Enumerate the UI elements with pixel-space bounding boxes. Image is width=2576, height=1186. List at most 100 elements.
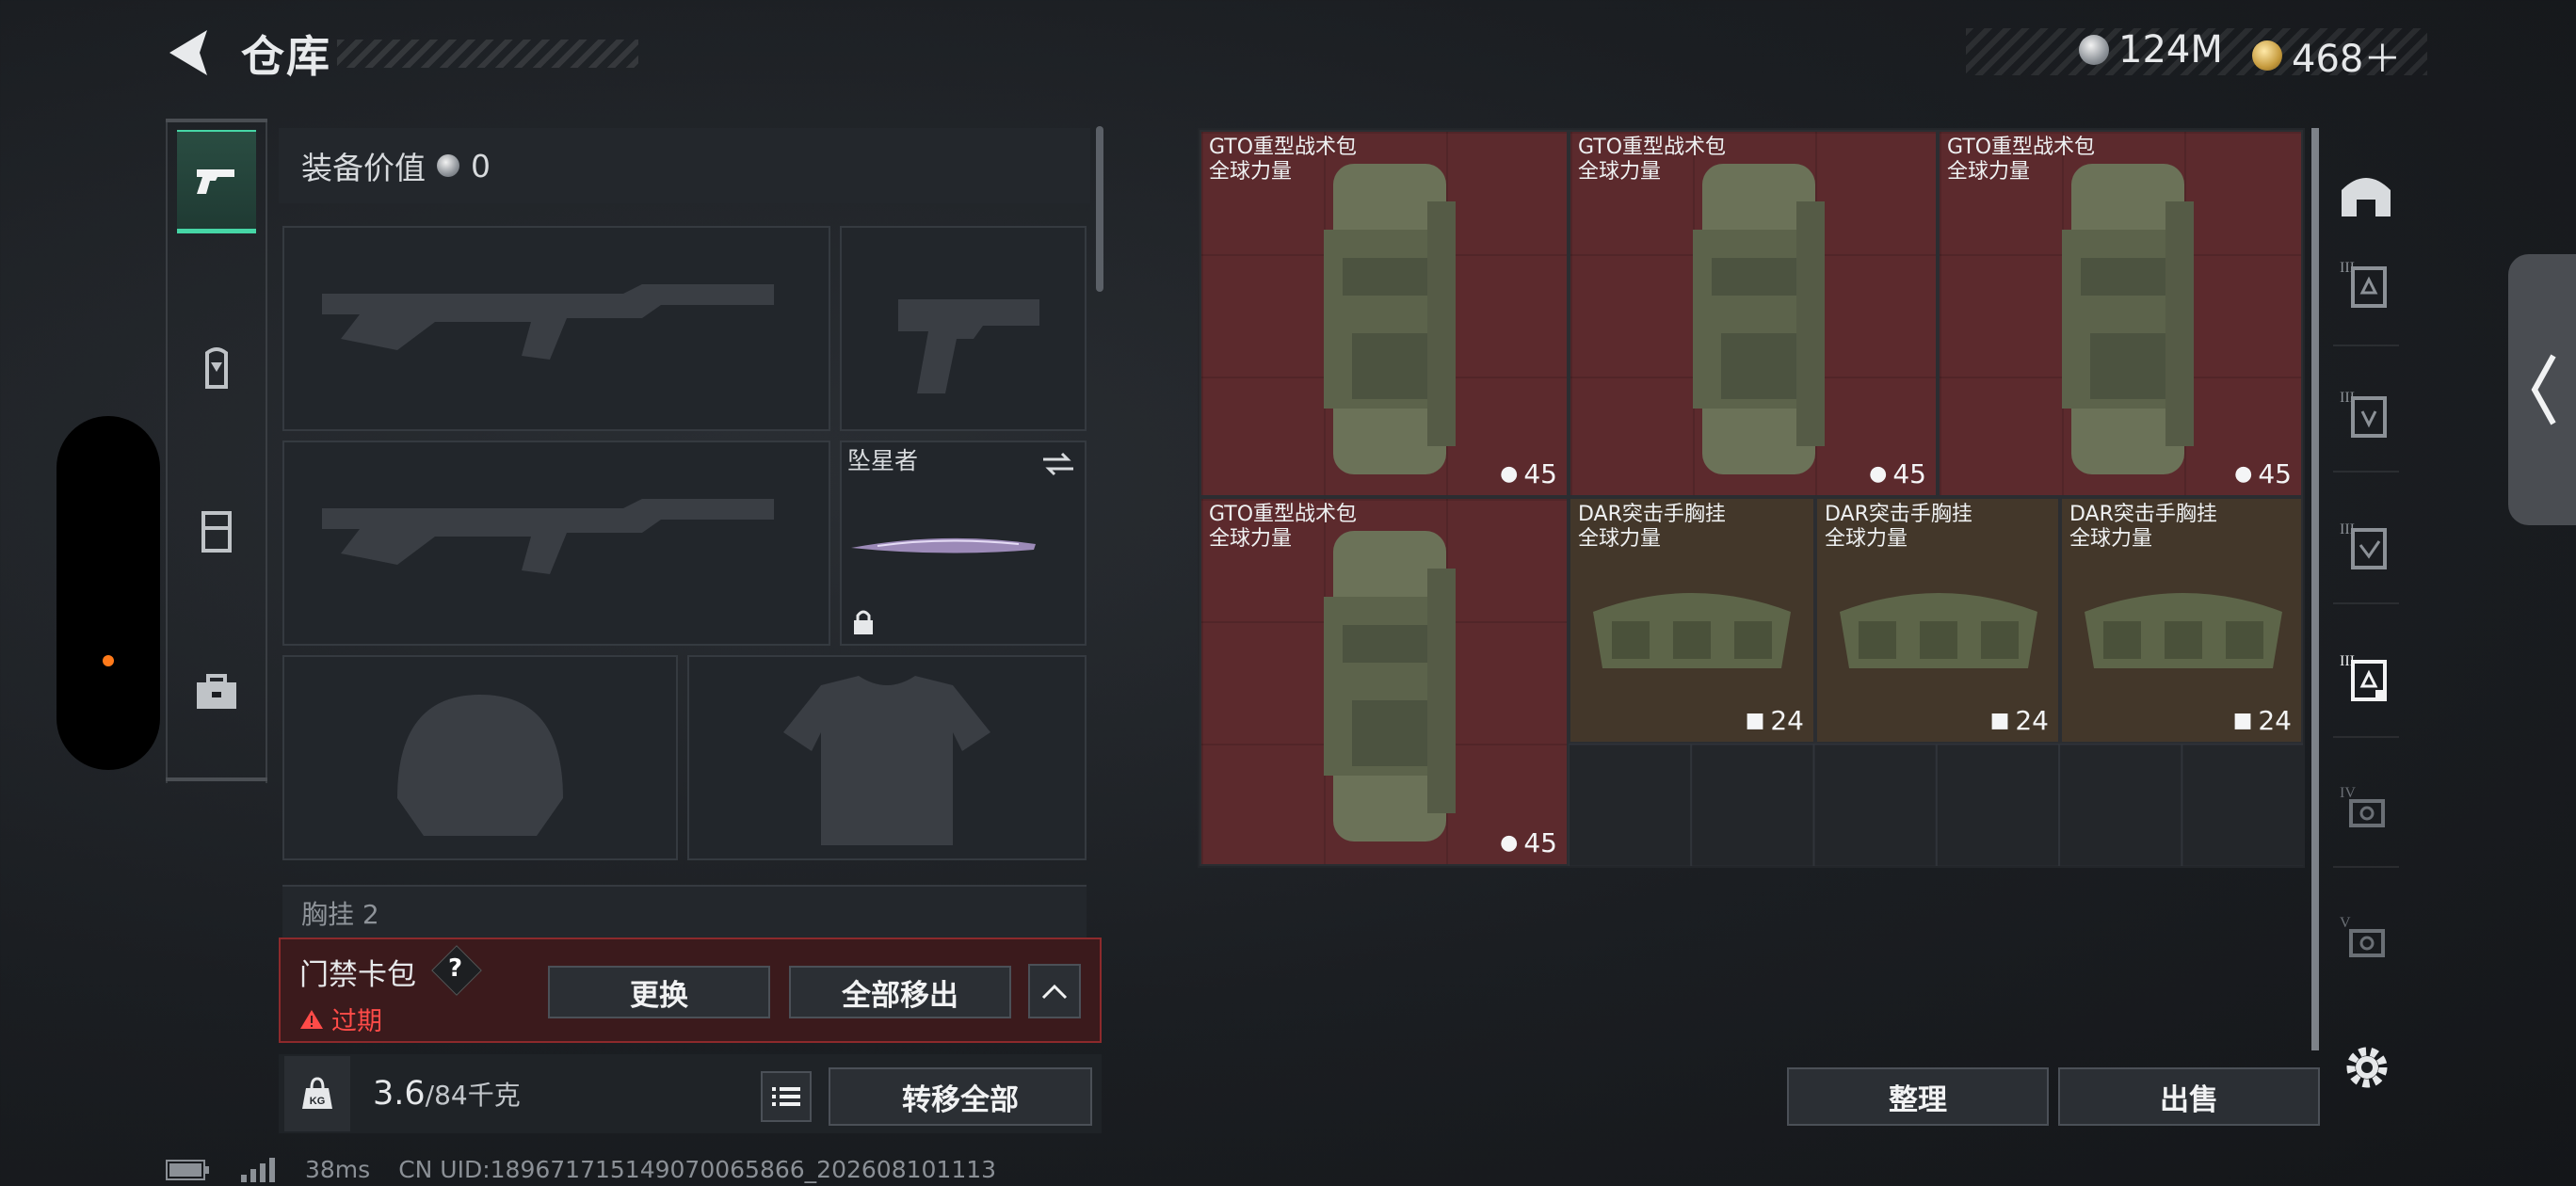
warning-icon [300,1009,323,1029]
collapse-button[interactable] [1028,964,1081,1018]
page-title: 仓库 [241,31,331,82]
expired-status: 过期 [299,1001,382,1037]
stash-scrollbar-thumb[interactable] [2311,128,2319,1050]
svg-text:V: V [2340,915,2351,931]
pistol-icon [197,168,234,194]
vest-icon [201,511,232,553]
capacity-icon: ■ [1989,709,2010,732]
gear-icon[interactable] [2339,1039,2395,1096]
swap-arrows-icon[interactable] [1039,450,1077,478]
tier-3-active-filter-icon: III [2340,653,2387,701]
filter-separator [2333,866,2399,868]
vest-image-icon [1593,593,1791,668]
item-name: DAR突击手胸挂 全球力量 [2069,503,2217,551]
pistol-silhouette-icon [898,299,1039,393]
backpack-image-icon [1324,531,1456,841]
replace-button[interactable]: 更换 [548,966,770,1018]
stash-item-backpack[interactable]: GTO重型战术包 全球力量 ● 45 [1199,497,1569,866]
gold-currency[interactable]: 468＋ [2252,28,2401,83]
battery-icon [166,1159,209,1180]
stash-item-backpack[interactable]: GTO重型战术包 全球力量 ● 45 [1569,130,1938,497]
vest-image-icon [1840,593,2037,668]
silver-coin-icon [437,154,459,177]
stash-item-vest[interactable]: DAR突击手胸挂 全球力量 ■ 24 [1569,497,1815,744]
move-all-out-button[interactable]: 全部移出 [789,966,1011,1018]
filter-tier-3-armor[interactable]: III [2333,512,2399,578]
item-capacity: ● 45 [1500,827,1557,858]
equipment-value-label: 装备价值 [301,150,426,186]
help-icon-label: ? [448,954,463,983]
vest-category-tab[interactable] [177,480,256,584]
side-drawer-tab[interactable] [2508,254,2576,525]
stash-item-backpack[interactable]: GTO重型战术包 全球力量 ● 45 [1938,130,2303,497]
tier-3-backpack-filter-icon: III [2340,260,2387,308]
capacity-icon: ● [1500,462,1519,486]
item-capacity: ■ 24 [2232,705,2292,736]
keycard-title: 门禁卡包 [299,958,416,992]
capacity-icon: ■ [1745,709,1765,732]
capacity-icon: ● [2234,462,2253,486]
gold-coin-icon [2252,40,2282,71]
filter-tier-3-vest[interactable]: III [2333,380,2399,446]
tier-3-armor-filter-icon: III [2340,521,2387,569]
backpack-image-icon [1693,164,1825,474]
back-arrow-icon[interactable] [162,24,215,81]
list-view-button[interactable] [761,1071,812,1122]
sort-button[interactable]: 整理 [1787,1067,2049,1126]
secondary-weapon-slot[interactable] [840,226,1087,431]
stash-item-vest[interactable]: DAR突击手胸挂 全球力量 ■ 24 [2060,497,2303,744]
filter-tier-3-backpack[interactable]: III [2333,250,2399,316]
list-icon [772,1087,800,1106]
filter-separator [2333,345,2399,346]
melee-name: 坠星者 [847,447,919,474]
stash-item-vest[interactable]: DAR突击手胸挂 全球力量 ■ 24 [1815,497,2060,744]
device-cutout [56,416,160,770]
filter-all[interactable] [2333,162,2399,228]
equipment-value-number: 0 [471,147,491,184]
tier-3-vest-filter-icon: III [2340,390,2387,438]
status-bar: 38ms CN UID:189671715149070065866_202608… [166,1156,996,1183]
player-uid: CN UID:189671715149070065866_20260810111… [398,1156,997,1183]
item-capacity: ● 45 [1500,458,1557,489]
item-capacity: ■ 24 [1745,705,1804,736]
chevron-left-icon [2531,354,2556,425]
silver-coin-icon [2079,35,2109,65]
item-capacity: ● 45 [1869,458,1926,489]
armor-slot[interactable] [687,655,1087,860]
stash-item-backpack[interactable]: GTO重型战术包 全球力量 ● 45 [1199,130,1569,497]
silver-currency: 124M [2079,28,2223,72]
backpack-category-tab[interactable] [177,316,256,420]
kg-label: KG [310,1096,326,1107]
item-capacity: ■ 24 [1989,705,2049,736]
expired-text: 过期 [331,1007,382,1036]
weight-current: 3.6 [373,1075,426,1113]
secondary-rifle-slot[interactable] [282,441,830,646]
helmet-silhouette-icon [397,695,563,836]
sell-button[interactable]: 出售 [2058,1067,2320,1126]
rail-bottom-edge [166,777,267,781]
equipment-scrollbar[interactable] [1096,126,1103,292]
filter-tier-3-active[interactable]: III [2333,644,2399,710]
item-name: DAR突击手胸挂 全球力量 [1578,503,1726,551]
item-name: DAR突击手胸挂 全球力量 [1825,503,1972,551]
backpack-image-icon [2062,164,2194,474]
primary-weapon-slot[interactable] [282,226,830,431]
rifle-silhouette-icon [322,284,774,360]
equipment-value: 装备价值 0 [279,128,1090,203]
filter-tier-4[interactable]: IV [2333,776,2399,841]
weapon-category-tab[interactable] [177,130,256,233]
rifle-silhouette-icon [322,499,774,574]
backpack-icon [205,347,228,389]
helmet-slot[interactable] [282,655,678,860]
transfer-all-button[interactable]: 转移全部 [829,1067,1092,1126]
medkit-category-tab[interactable] [177,640,256,744]
svg-text:IV: IV [2340,785,2356,801]
filter-tier-5[interactable]: V [2333,906,2399,971]
title-decoration [337,40,638,68]
chest-rig-row[interactable] [282,885,1087,941]
tier-5-filter-icon: V [2340,915,2385,957]
melee-knife-icon [851,537,1036,553]
weight-max: /84千克 [425,1080,521,1111]
capacity-icon: ● [1500,831,1519,855]
ping-value: 38ms [305,1156,371,1183]
